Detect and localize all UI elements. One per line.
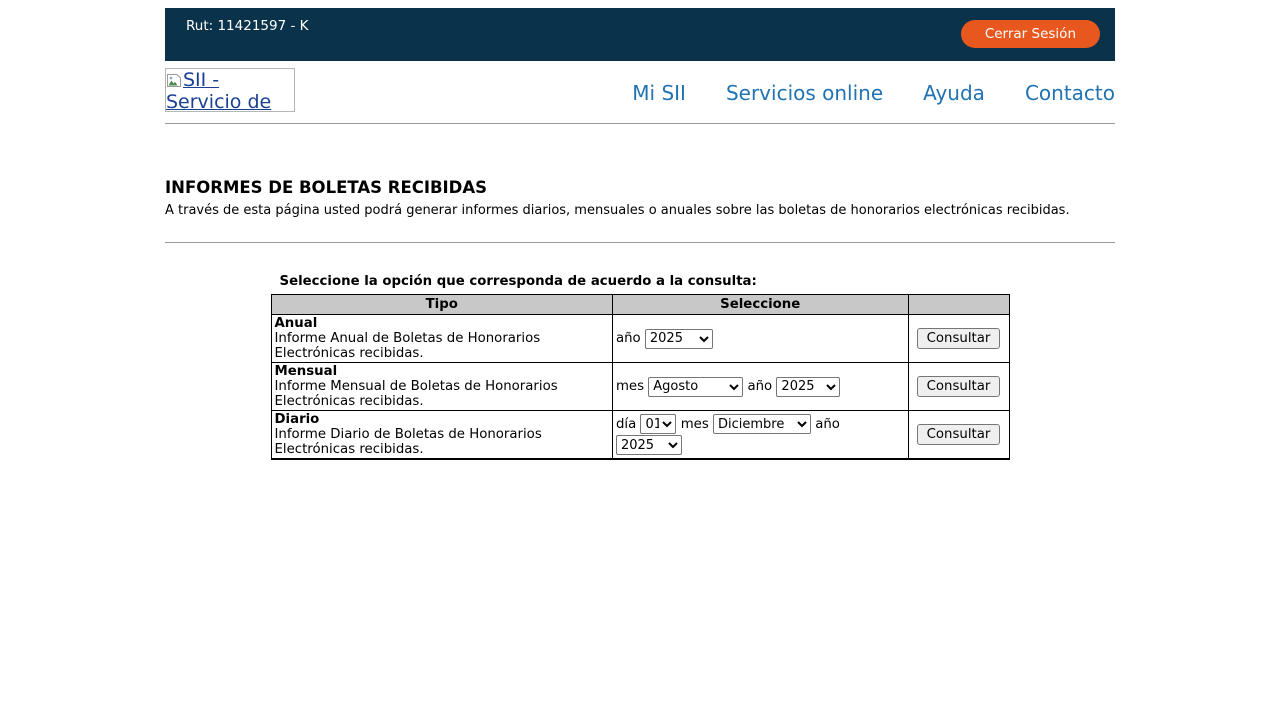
sii-logo-link[interactable]: SII - Servicio de [165, 68, 295, 112]
table-row-anual: AnualInforme Anual de Boletas de Honorar… [271, 315, 1009, 363]
diario-type-cell: DiarioInforme Diario de Boletas de Honor… [271, 411, 612, 460]
nav-mi-sii[interactable]: Mi SII [632, 81, 686, 123]
mensual-description: Informe Mensual de Boletas de Honorarios… [275, 379, 558, 409]
mensual-type-cell: MensualInforme Mensual de Boletas de Hon… [271, 363, 612, 411]
anual-select-cell: año 2025 [612, 315, 908, 363]
site-header: SII - Servicio de Mi SII Servicios onlin… [165, 61, 1115, 124]
form-caption: Seleccione la opción que corresponda de … [271, 274, 1010, 289]
table-row-mensual: MensualInforme Mensual de Boletas de Hon… [271, 363, 1009, 411]
mensual-select-cell: mes Agosto año 2025 [612, 363, 908, 411]
diario-consultar-button[interactable]: Consultar [917, 424, 1001, 445]
mensual-year-select[interactable]: 2025 [776, 377, 840, 397]
main-nav: Mi SII Servicios online Ayuda Contacto [632, 81, 1115, 123]
mensual-month-label: mes [616, 379, 644, 394]
nav-contacto[interactable]: Contacto [1025, 81, 1115, 123]
report-options-table: Tipo Seleccione AnualInforme Anual de Bo… [271, 294, 1010, 460]
diario-year-label: año [815, 417, 840, 432]
diario-label: Diario [275, 412, 609, 427]
mensual-month-select[interactable]: Agosto [648, 377, 743, 397]
anual-year-select[interactable]: 2025 [645, 329, 713, 349]
page-description: A través de esta página usted podrá gene… [165, 203, 1115, 218]
column-header-action [908, 295, 1009, 315]
page-container: Rut: 11421597 - K Cerrar Sesión SII - Se… [165, 8, 1115, 460]
anual-type-cell: AnualInforme Anual de Boletas de Honorar… [271, 315, 612, 363]
anual-consultar-button[interactable]: Consultar [917, 328, 1001, 349]
mensual-label: Mensual [275, 364, 609, 379]
nav-ayuda[interactable]: Ayuda [923, 81, 985, 123]
diario-year-select[interactable]: 2025 [616, 435, 682, 455]
anual-label: Anual [275, 316, 609, 331]
mensual-action-cell: Consultar [908, 363, 1009, 411]
table-header-row: Tipo Seleccione [271, 295, 1009, 315]
nav-servicios-online[interactable]: Servicios online [726, 81, 883, 123]
column-header-tipo: Tipo [271, 295, 612, 315]
diario-action-cell: Consultar [908, 411, 1009, 460]
rut-label: Rut: 11421597 - K [186, 19, 308, 34]
anual-description: Informe Anual de Boletas de Honorarios E… [275, 331, 541, 361]
report-form-section: Seleccione la opción que corresponda de … [271, 274, 1010, 460]
mensual-year-label: año [747, 379, 772, 394]
anual-year-label: año [616, 331, 641, 346]
diario-day-select[interactable]: 01 [640, 414, 676, 434]
diario-select-cell: día 01 mes Diciembre año 2025 [612, 411, 908, 460]
diario-month-select[interactable]: Diciembre [713, 414, 811, 434]
anual-action-cell: Consultar [908, 315, 1009, 363]
diario-month-label: mes [681, 417, 709, 432]
diario-description: Informe Diario de Boletas de Honorarios … [275, 427, 542, 457]
broken-image-icon [166, 69, 182, 91]
logout-button[interactable]: Cerrar Sesión [961, 20, 1100, 48]
column-header-seleccione: Seleccione [612, 295, 908, 315]
mensual-consultar-button[interactable]: Consultar [917, 376, 1001, 397]
page-title: INFORMES DE BOLETAS RECIBIDAS [165, 178, 1115, 197]
diario-day-label: día [616, 417, 636, 432]
session-bar: Rut: 11421597 - K Cerrar Sesión [165, 8, 1115, 61]
table-row-diario: DiarioInforme Diario de Boletas de Honor… [271, 411, 1009, 460]
divider [165, 242, 1115, 243]
